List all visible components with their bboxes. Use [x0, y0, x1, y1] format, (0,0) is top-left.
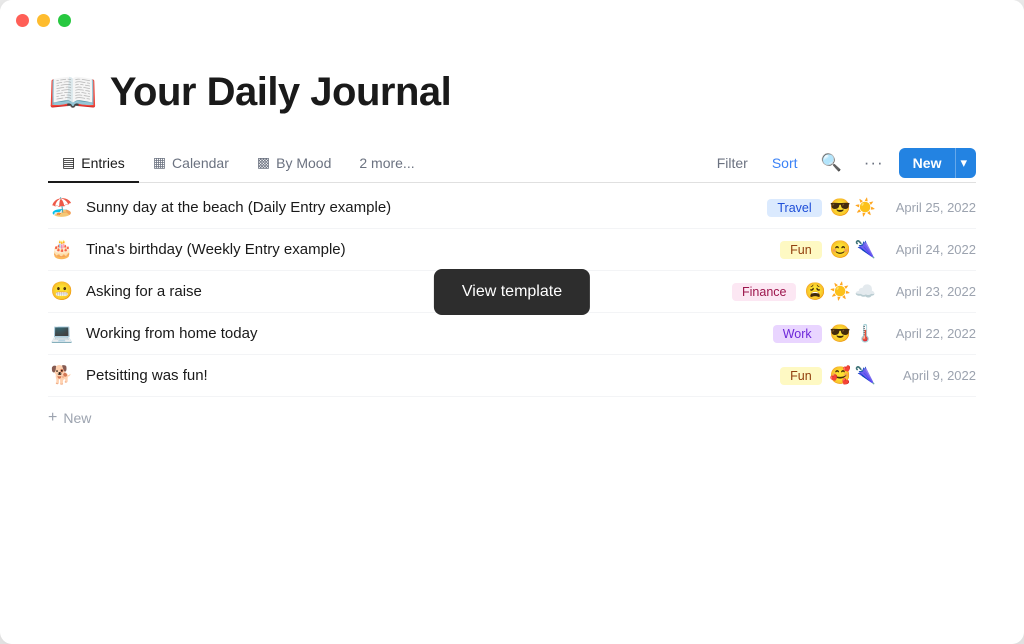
entry-tags: Work [773, 325, 822, 343]
tag-badge[interactable]: Work [773, 325, 822, 343]
more-options-button[interactable]: ··· [857, 148, 891, 178]
entry-tags: Fun [780, 367, 822, 385]
new-button-caret[interactable]: ▾ [955, 148, 976, 178]
titlebar [0, 0, 1024, 37]
entry-title: Petsitting was fun! [86, 367, 780, 384]
sort-label: Sort [772, 155, 798, 171]
tab-more-label: 2 more... [359, 155, 414, 171]
entry-tags: Finance [732, 283, 796, 301]
caret-icon: ▾ [960, 155, 967, 170]
toolbar: Filter Sort 🔍 ··· New ▾ [709, 148, 976, 178]
mood-icon-3: ☁️ [855, 282, 876, 302]
entry-emoji: 🎂 [48, 239, 76, 260]
entry-tags: Travel [767, 199, 821, 217]
entry-mood-icons: 😎 ☀️ [830, 198, 876, 218]
table-row[interactable]: 💻 Working from home today Work 😎 🌡️ Apri… [48, 313, 976, 355]
tab-calendar[interactable]: ▦ Calendar [139, 144, 243, 183]
mood-icon-2: ☀️ [855, 198, 876, 218]
tag-badge[interactable]: Fun [780, 367, 822, 385]
entry-mood-icons: 🥰 🌂 [830, 366, 876, 386]
dot-yellow[interactable] [37, 14, 50, 27]
dot-red[interactable] [16, 14, 29, 27]
mood-icon-2: ☀️ [830, 282, 851, 302]
entry-date: April 9, 2022 [886, 368, 976, 383]
add-new-row[interactable]: + New [48, 397, 976, 427]
tab-bymood-label: By Mood [276, 155, 331, 171]
mood-tab-icon: ▩ [257, 154, 270, 171]
filter-label: Filter [717, 155, 748, 171]
mood-icon-2: 🌂 [855, 240, 876, 260]
search-icon: 🔍 [821, 153, 842, 172]
entry-title: Tina's birthday (Weekly Entry example) [86, 241, 780, 258]
table-row[interactable]: 😬 Asking for a raise View template Finan… [48, 271, 976, 313]
entry-mood-icons: 😊 🌂 [830, 240, 876, 260]
mood-icon-1: 😎 [830, 198, 851, 218]
entry-mood-icons: 😩 ☀️ ☁️ [804, 282, 876, 302]
entry-title: Working from home today [86, 325, 773, 342]
mood-icon-1: 😎 [830, 324, 851, 344]
table-row[interactable]: 🐕 Petsitting was fun! Fun 🥰 🌂 April 9, 2… [48, 355, 976, 397]
entry-date: April 22, 2022 [886, 326, 976, 341]
tab-entries[interactable]: ▤ Entries [48, 144, 139, 183]
entry-emoji: 🐕 [48, 365, 76, 386]
entries-tab-icon: ▤ [62, 154, 75, 171]
tab-entries-label: Entries [81, 155, 125, 171]
tabs-bar: ▤ Entries ▦ Calendar ▩ By Mood 2 more...… [48, 144, 976, 183]
entry-date: April 24, 2022 [886, 242, 976, 257]
new-button[interactable]: New [899, 148, 956, 178]
entry-date: April 23, 2022 [886, 284, 976, 299]
mood-icon-2: 🌂 [855, 366, 876, 386]
mood-icon-1: 🥰 [830, 366, 851, 386]
filter-button[interactable]: Filter [709, 149, 756, 177]
more-options-icon: ··· [864, 153, 884, 172]
tag-badge[interactable]: Finance [732, 283, 796, 301]
table-row[interactable]: 🎂 Tina's birthday (Weekly Entry example)… [48, 229, 976, 271]
table-row[interactable]: 🏖️ Sunny day at the beach (Daily Entry e… [48, 187, 976, 229]
entry-title: Sunny day at the beach (Daily Entry exam… [86, 199, 767, 216]
entries-list: 🏖️ Sunny day at the beach (Daily Entry e… [48, 187, 976, 397]
sort-button[interactable]: Sort [764, 149, 806, 177]
entry-mood-icons: 😎 🌡️ [830, 324, 876, 344]
entry-date: April 25, 2022 [886, 200, 976, 215]
new-button-group: New ▾ [899, 148, 976, 178]
entry-emoji: 💻 [48, 323, 76, 344]
tab-more[interactable]: 2 more... [345, 145, 428, 183]
tag-badge[interactable]: Travel [767, 199, 821, 217]
calendar-tab-icon: ▦ [153, 154, 166, 171]
tabs-left: ▤ Entries ▦ Calendar ▩ By Mood 2 more... [48, 144, 709, 182]
page-title: Your Daily Journal [110, 70, 451, 115]
search-button[interactable]: 🔍 [814, 148, 849, 178]
dot-green[interactable] [58, 14, 71, 27]
add-icon: + [48, 409, 57, 427]
journal-icon: 📖 [48, 69, 98, 116]
app-window: 📖 Your Daily Journal ▤ Entries ▦ Calenda… [0, 0, 1024, 644]
entry-emoji: 🏖️ [48, 197, 76, 218]
entry-title: Asking for a raise [86, 283, 732, 300]
tab-by-mood[interactable]: ▩ By Mood [243, 144, 345, 183]
page-header: 📖 Your Daily Journal [48, 69, 976, 116]
tab-calendar-label: Calendar [172, 155, 229, 171]
mood-icon-2: 🌡️ [855, 324, 876, 344]
add-new-label: New [63, 410, 91, 426]
mood-icon-1: 😊 [830, 240, 851, 260]
main-content: 📖 Your Daily Journal ▤ Entries ▦ Calenda… [0, 37, 1024, 644]
entries-wrapper: 🏖️ Sunny day at the beach (Daily Entry e… [48, 187, 976, 427]
entry-emoji: 😬 [48, 281, 76, 302]
tag-badge[interactable]: Fun [780, 241, 822, 259]
mood-icon-1: 😩 [804, 282, 825, 302]
entry-tags: Fun [780, 241, 822, 259]
